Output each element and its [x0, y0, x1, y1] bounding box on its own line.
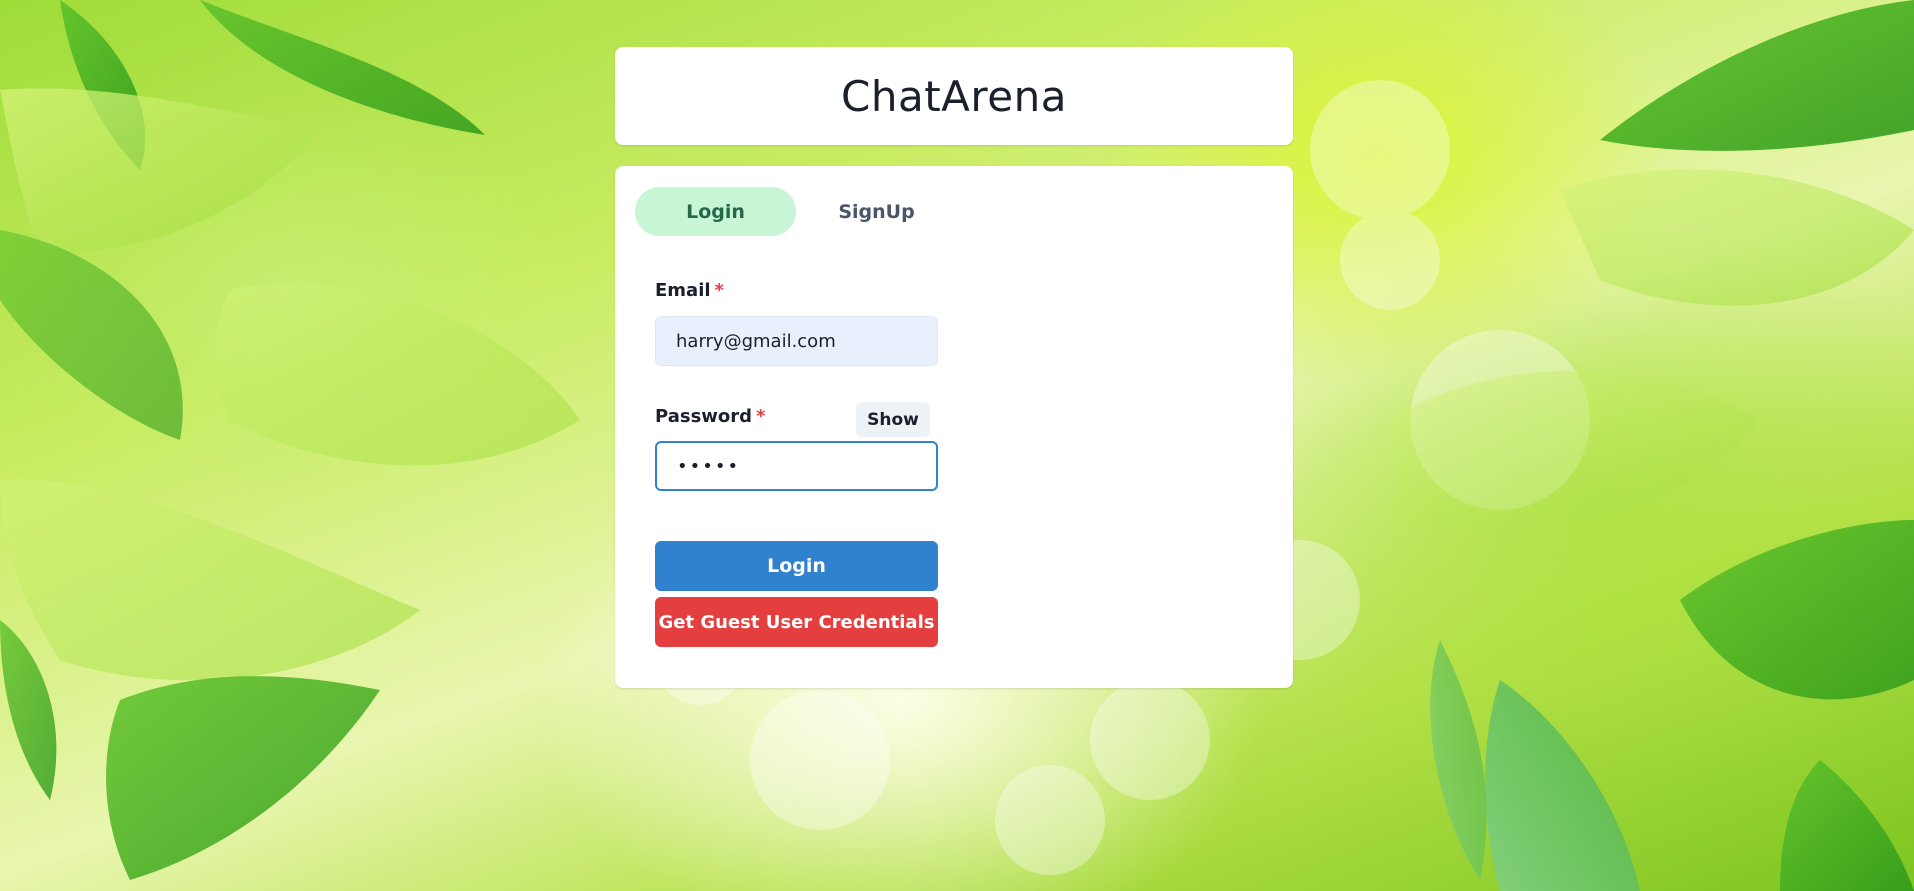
email-required-marker: * [714, 280, 724, 301]
auth-form-card: Login SignUp Email * harry@gmail.com Pass… [615, 166, 1293, 688]
show-password-button[interactable]: Show [856, 402, 930, 437]
app-title-card: ChatArena [615, 47, 1293, 145]
password-field-value: ••••• [677, 455, 741, 477]
password-label-text: Password [655, 406, 753, 427]
app-title: ChatArena [841, 71, 1067, 121]
password-label: Password * [655, 406, 765, 427]
email-label-text: Email [655, 280, 711, 301]
email-field[interactable]: harry@gmail.com [655, 316, 938, 366]
tab-signup[interactable]: SignUp [796, 187, 957, 236]
login-button[interactable]: Login [655, 541, 938, 591]
email-field-value: harry@gmail.com [676, 330, 836, 352]
password-required-marker: * [756, 406, 766, 427]
tab-login[interactable]: Login [635, 187, 796, 236]
email-label: Email * [655, 280, 724, 301]
password-field[interactable]: ••••• [655, 441, 938, 491]
guest-credentials-button[interactable]: Get Guest User Credentials [655, 597, 938, 647]
